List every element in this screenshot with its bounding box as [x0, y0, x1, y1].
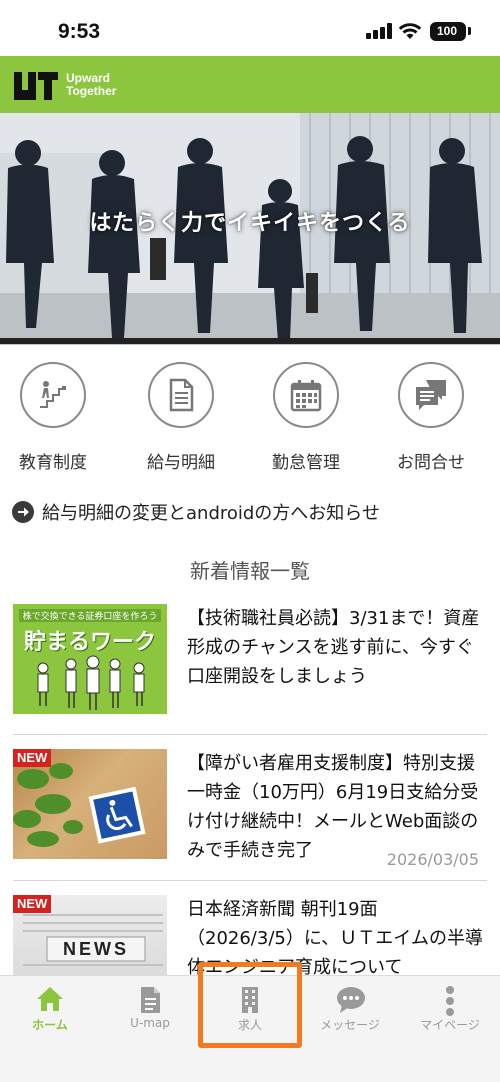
- calendar-icon: [290, 380, 322, 412]
- thumb-subtitle: 株で交換できる証券口座を作ろう: [19, 609, 161, 622]
- quick-menu-attendance-circle[interactable]: [273, 362, 339, 428]
- ut-logo-icon[interactable]: [14, 72, 58, 100]
- quick-menu-label: 教育制度: [19, 453, 87, 473]
- hero-caption: はたらく力でイキイキをつくる: [89, 211, 411, 236]
- nav-label: マイページ: [420, 1018, 480, 1032]
- chat-bubbles-icon: [416, 380, 446, 410]
- quick-menu: 教育制度 給与明細 勤怠管理 お問合せ: [0, 362, 500, 473]
- quick-menu-label: 勤怠管理: [272, 453, 340, 473]
- nav-umap[interactable]: U-map: [100, 976, 200, 1046]
- news-item[interactable]: NEW 【障がい者雇用支援制度】特別支援一時金（10万円）6月19日支給分受け付…: [13, 749, 487, 879]
- news-divider: [13, 880, 487, 881]
- signal-icon: [366, 23, 392, 39]
- quick-menu-contact[interactable]: お問合せ: [384, 362, 480, 473]
- file-icon: [141, 987, 160, 1013]
- workers-illustration: [37, 655, 145, 710]
- notice-link[interactable]: 給与明細の変更とandroidの方へお知らせ: [12, 498, 380, 526]
- battery-tip: [468, 27, 471, 35]
- quick-menu-label: お問合せ: [397, 453, 465, 473]
- new-badge: NEW: [13, 749, 52, 767]
- home-icon: [37, 987, 63, 1011]
- quick-menu-education[interactable]: 教育制度: [6, 362, 102, 473]
- nav-jobs-highlight: [198, 962, 302, 1048]
- nav-label: U-map: [130, 1016, 170, 1030]
- stairs-climber-icon: [40, 381, 66, 408]
- quick-menu-label: 給与明細: [147, 453, 215, 473]
- arrow-right-circle-icon: [12, 501, 34, 523]
- quick-menu-payslip[interactable]: 給与明細: [134, 362, 230, 473]
- battery-icon: 100: [430, 22, 466, 41]
- quick-menu-payslip-circle[interactable]: [148, 362, 214, 428]
- news-divider: [13, 734, 487, 735]
- news-cube-text: NEWS: [63, 939, 129, 959]
- nav-mypage[interactable]: マイページ: [400, 976, 500, 1046]
- news-title: 【技術職社員必読】3/31まで！資産形成のチャンスを逃す前に、今すぐ口座開設をし…: [187, 608, 480, 687]
- nav-label: ホーム: [32, 1018, 68, 1032]
- nav-messages[interactable]: メッセージ: [300, 976, 400, 1046]
- document-icon: [169, 378, 194, 412]
- section-title: 新着情報一覧: [190, 559, 310, 583]
- status-time: 9:53: [58, 20, 101, 43]
- news-thumbnail: NEW: [13, 749, 167, 859]
- thumb-title: 貯まるワーク: [23, 630, 156, 655]
- wifi-icon: [398, 23, 422, 39]
- battery-level: 100: [436, 24, 458, 38]
- quick-menu-attendance[interactable]: 勤怠管理: [259, 362, 355, 473]
- nav-label: メッセージ: [320, 1018, 380, 1032]
- quick-menu-education-circle[interactable]: [20, 362, 86, 428]
- news-thumbnail: 株で交換できる証券口座を作ろう 貯まるワーク: [13, 604, 167, 714]
- app-header: Upward Together: [0, 56, 500, 113]
- logo-text: Upward Together: [66, 72, 116, 98]
- more-vertical-icon: [446, 986, 454, 1016]
- news-item[interactable]: 株で交換できる証券口座を作ろう 貯まるワーク 【技術職社員必読】3/31まで！資…: [13, 604, 487, 734]
- new-badge: NEW: [13, 895, 52, 913]
- hero-divider: [0, 338, 500, 344]
- notice-text: 給与明細の変更とandroidの方へお知らせ: [42, 503, 380, 524]
- logo-line-2: Together: [66, 84, 117, 98]
- hero-banner[interactable]: はたらく力でイキイキをつくる: [0, 113, 500, 345]
- nav-home[interactable]: ホーム: [0, 976, 100, 1046]
- status-bar: 9:53 100: [0, 0, 500, 56]
- news-date: 2026/03/05: [386, 850, 479, 869]
- message-icon: [337, 987, 365, 1013]
- news-title: 【障がい者雇用支援制度】特別支援一時金（10万円）6月19日支給分受け付け継続中…: [187, 753, 479, 861]
- quick-menu-contact-circle[interactable]: [398, 362, 464, 428]
